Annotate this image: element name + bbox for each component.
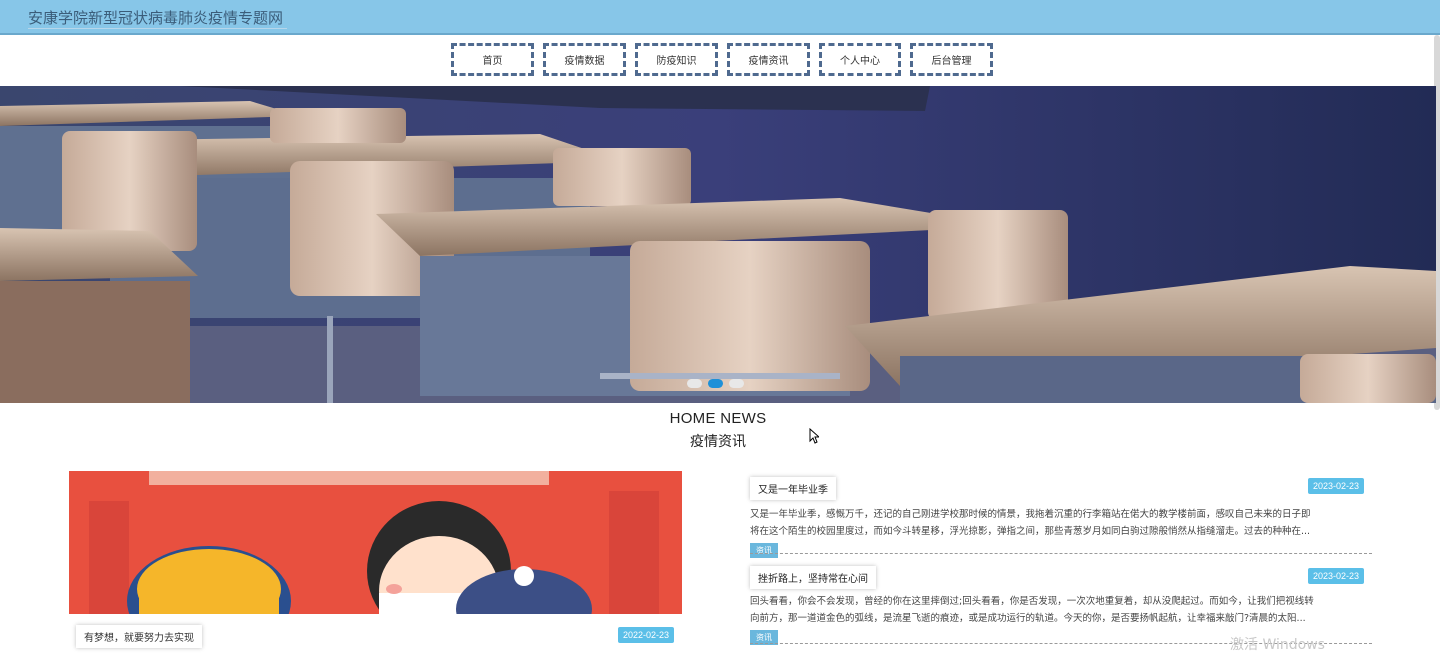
- nav-item-personal-center[interactable]: 个人中心: [819, 43, 901, 76]
- nav-item-home[interactable]: 首页: [451, 43, 534, 76]
- main-nav: 首页 疫情数据 防疫知识 疫情资讯 个人中心 后台管理: [0, 35, 1440, 86]
- banner-carousel: [0, 86, 1436, 403]
- site-title: 安康学院新型冠状病毒肺炎疫情专题网: [28, 7, 288, 29]
- nav-item-epidemic-data[interactable]: 疫情数据: [543, 43, 626, 76]
- news-item-excerpt-line1: 回头看看，你会不会发现，曾经的你在这里摔倒过;回头看看，你是否发现，一次次地重复…: [750, 596, 1314, 607]
- carousel-dots: [687, 379, 744, 388]
- nav-item-epidemic-news[interactable]: 疫情资讯: [727, 43, 810, 76]
- cartoon-illustration: [69, 471, 682, 614]
- news-section-heading: HOME NEWS 疫情资讯: [0, 410, 1436, 451]
- mouse-pointer-icon: [809, 428, 819, 444]
- nav-item-admin[interactable]: 后台管理: [910, 43, 993, 76]
- news-item-tag: 资讯: [750, 543, 778, 558]
- news-item-title[interactable]: 又是一年毕业季: [750, 477, 836, 500]
- news-item-title[interactable]: 挫折路上，坚持常在心间: [750, 566, 876, 589]
- windows-activation-watermark: 激活 Windows: [1230, 637, 1325, 653]
- carousel-dot-1[interactable]: [687, 379, 702, 388]
- nav-item-prevention-knowledge[interactable]: 防疫知识: [635, 43, 718, 76]
- carousel-dot-3[interactable]: [729, 379, 744, 388]
- classroom-banner-image: [0, 86, 1436, 403]
- news-item-1[interactable]: 又是一年毕业季 又是一年毕业季，感慨万千，还记的自己刚进学校那时候的情景，我拖着…: [750, 477, 1372, 558]
- nav-list: 首页 疫情数据 防疫知识 疫情资讯 个人中心 后台管理: [451, 43, 993, 76]
- news-title-zh: 疫情资讯: [690, 434, 746, 450]
- news-item-excerpt-line2: 向前方，那一道道金色的弧线，是流星飞逝的痕迹，或是成功运行的轨道。今天的你，是否…: [750, 613, 1306, 624]
- news-item-1-date: 2023-02-23: [1308, 478, 1365, 494]
- top-bar: 安康学院新型冠状病毒肺炎疫情专题网: [0, 0, 1440, 35]
- news-item-excerpt-line1: 又是一年毕业季，感慨万千，还记的自己刚进学校那时候的情景，我拖着沉重的行李箱站在…: [750, 509, 1311, 520]
- featured-caption[interactable]: 有梦想，就要努力去实现: [76, 625, 202, 648]
- carousel-dot-2[interactable]: [708, 379, 723, 388]
- featured-news-image[interactable]: [69, 471, 682, 614]
- news-divider-1: [750, 553, 1372, 554]
- news-title-en: HOME NEWS: [669, 410, 767, 427]
- news-item-excerpt-line2: 将在这个陌生的校园里度过，而如今斗转星移，浮光掠影，弹指之间，那些青葱岁月如同白…: [750, 526, 1311, 537]
- news-item-2-date: 2023-02-23: [1308, 568, 1365, 584]
- featured-date-badge: 2022-02-23: [618, 627, 675, 643]
